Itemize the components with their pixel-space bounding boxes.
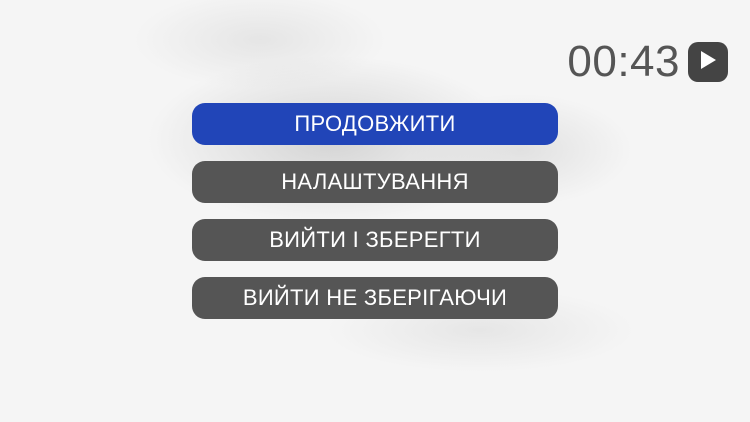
play-icon <box>698 49 718 76</box>
settings-button[interactable]: НАЛАШТУВАННЯ <box>192 161 558 203</box>
exit-without-saving-button[interactable]: ВИЙТИ НЕ ЗБЕРІГАЮЧИ <box>192 277 558 319</box>
continue-button[interactable]: ПРОДОВЖИТИ <box>192 103 558 145</box>
pause-menu: ПРОДОВЖИТИ НАЛАШТУВАННЯ ВИЙТИ І ЗБЕРЕГТИ… <box>192 103 558 319</box>
game-timer: 00:43 <box>567 38 728 86</box>
resume-play-button[interactable] <box>688 42 728 82</box>
exit-and-save-button[interactable]: ВИЙТИ І ЗБЕРЕГТИ <box>192 219 558 261</box>
timer-display: 00:43 <box>567 37 680 86</box>
